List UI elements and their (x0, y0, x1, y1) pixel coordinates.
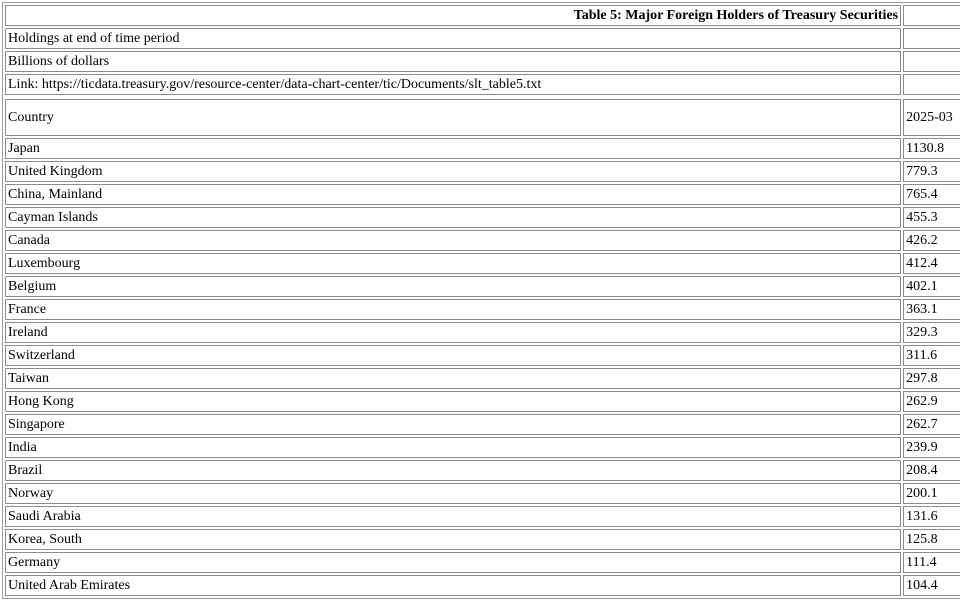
country-cell: Singapore (5, 414, 902, 435)
holdings-value-cell: 208.4 (903, 460, 960, 481)
holdings-value-cell: 765.4 (903, 184, 960, 205)
table-row: Saudi Arabia 131.6 (5, 506, 960, 527)
country-cell: Norway (5, 483, 902, 504)
table-row: Cayman Islands 455.3 (5, 207, 960, 228)
note-row: Holdings at end of time period (5, 28, 960, 49)
holdings-value-cell: 262.9 (903, 391, 960, 412)
holdings-value-cell: 779.3 (903, 161, 960, 182)
table-body: Table 5: Major Foreign Holders of Treasu… (5, 5, 960, 596)
holdings-value-cell: 239.9 (903, 437, 960, 458)
holdings-value-cell: 412.4 (903, 253, 960, 274)
note-holdings: Holdings at end of time period (5, 28, 902, 49)
period-column-header: 2025-03 (903, 99, 960, 136)
note-units: Billions of dollars (5, 51, 902, 72)
table-row: Taiwan 297.8 (5, 368, 960, 389)
country-cell: Hong Kong (5, 391, 902, 412)
country-column-header: Country (5, 99, 902, 136)
holdings-value-cell: 111.4 (903, 552, 960, 573)
table-row: Japan 1130.8 (5, 138, 960, 159)
country-cell: Germany (5, 552, 902, 573)
country-cell: United Kingdom (5, 161, 902, 182)
note-link: Link: https://ticdata.treasury.gov/resou… (5, 74, 902, 95)
country-cell: Taiwan (5, 368, 902, 389)
holdings-value-cell: 426.2 (903, 230, 960, 251)
table-row: Switzerland 311.6 (5, 345, 960, 366)
table-row: France 363.1 (5, 299, 960, 320)
column-header-row: Country 2025-03 (5, 99, 960, 136)
note-row: Billions of dollars (5, 51, 960, 72)
holdings-value-cell: 297.8 (903, 368, 960, 389)
holdings-value-cell: 104.4 (903, 575, 960, 596)
country-cell: Saudi Arabia (5, 506, 902, 527)
country-cell: United Arab Emirates (5, 575, 902, 596)
country-cell: Brazil (5, 460, 902, 481)
table-row: Belgium 402.1 (5, 276, 960, 297)
holdings-value-cell: 125.8 (903, 529, 960, 550)
note-empty-cell (903, 51, 960, 72)
holdings-value-cell: 262.7 (903, 414, 960, 435)
table-row: Singapore 262.7 (5, 414, 960, 435)
table-row: Brazil 208.4 (5, 460, 960, 481)
country-cell: Canada (5, 230, 902, 251)
country-cell: Korea, South (5, 529, 902, 550)
table-row: India 239.9 (5, 437, 960, 458)
table-row: Germany 111.4 (5, 552, 960, 573)
table-row: Korea, South 125.8 (5, 529, 960, 550)
table-title: Table 5: Major Foreign Holders of Treasu… (5, 5, 902, 26)
country-cell: China, Mainland (5, 184, 902, 205)
holdings-value-cell: 455.3 (903, 207, 960, 228)
table-row: Hong Kong 262.9 (5, 391, 960, 412)
holdings-value-cell: 363.1 (903, 299, 960, 320)
title-row: Table 5: Major Foreign Holders of Treasu… (5, 5, 960, 26)
note-row: Link: https://ticdata.treasury.gov/resou… (5, 74, 960, 95)
holdings-value-cell: 329.3 (903, 322, 960, 343)
holdings-value-cell: 131.6 (903, 506, 960, 527)
note-empty-cell (903, 74, 960, 95)
holdings-value-cell: 402.1 (903, 276, 960, 297)
note-empty-cell (903, 28, 960, 49)
holdings-value-cell: 311.6 (903, 345, 960, 366)
country-cell: Ireland (5, 322, 902, 343)
treasury-holders-table: Table 5: Major Foreign Holders of Treasu… (2, 2, 960, 599)
table-row: Ireland 329.3 (5, 322, 960, 343)
period-label: 2025-03 (906, 110, 953, 125)
table-row: Norway 200.1 (5, 483, 960, 504)
table-row: Luxembourg 412.4 (5, 253, 960, 274)
title-empty-cell (903, 5, 960, 26)
country-cell: Cayman Islands (5, 207, 902, 228)
country-cell: India (5, 437, 902, 458)
table-row: United Kingdom 779.3 (5, 161, 960, 182)
table-row: United Arab Emirates 104.4 (5, 575, 960, 596)
table-row: China, Mainland 765.4 (5, 184, 960, 205)
country-cell: France (5, 299, 902, 320)
table-row: Canada 426.2 (5, 230, 960, 251)
country-cell: Japan (5, 138, 902, 159)
country-cell: Luxembourg (5, 253, 902, 274)
country-cell: Switzerland (5, 345, 902, 366)
country-cell: Belgium (5, 276, 902, 297)
holdings-value-cell: 200.1 (903, 483, 960, 504)
holdings-value-cell: 1130.8 (903, 138, 960, 159)
